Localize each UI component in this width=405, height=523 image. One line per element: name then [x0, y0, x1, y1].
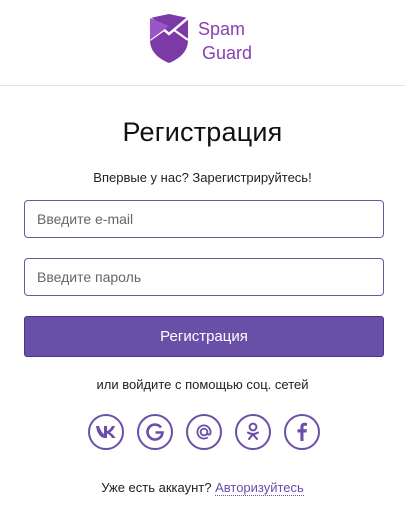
brand-line-2: Guard — [202, 43, 253, 63]
login-prompt-text: Уже есть аккаунт? — [101, 480, 212, 495]
login-link[interactable]: Авторизуйтесь — [215, 480, 304, 496]
password-field[interactable] — [24, 258, 384, 296]
register-button[interactable]: Регистрация — [24, 316, 384, 357]
facebook-icon — [297, 422, 307, 441]
odnoklassniki-icon — [247, 422, 259, 440]
email-field[interactable] — [24, 200, 384, 238]
mail-ru-icon — [196, 424, 212, 440]
brand-name: Spam Guard — [198, 17, 278, 65]
page-title: Регистрация — [122, 117, 283, 147]
registration-subtitle: Впервые у нас? Зарегистрируйтесь! — [93, 170, 312, 185]
vk-icon — [96, 426, 116, 438]
envelope-shield-icon — [149, 14, 189, 63]
vk-button[interactable] — [88, 414, 124, 450]
spam-guard-logo[interactable]: Spam Guard — [148, 14, 268, 66]
brand-line-1: Spam — [198, 19, 246, 39]
google-button[interactable] — [137, 414, 173, 450]
header: Spam Guard — [0, 0, 405, 86]
social-login-caption: или войдите с помощью соц. сетей — [96, 377, 309, 392]
social-login-buttons — [88, 414, 320, 450]
odnoklassniki-button[interactable] — [235, 414, 271, 450]
login-prompt: Уже есть аккаунт? Авторизуйтесь — [0, 480, 405, 496]
google-icon — [146, 423, 164, 441]
facebook-button[interactable] — [284, 414, 320, 450]
mail-ru-button[interactable] — [186, 414, 222, 450]
